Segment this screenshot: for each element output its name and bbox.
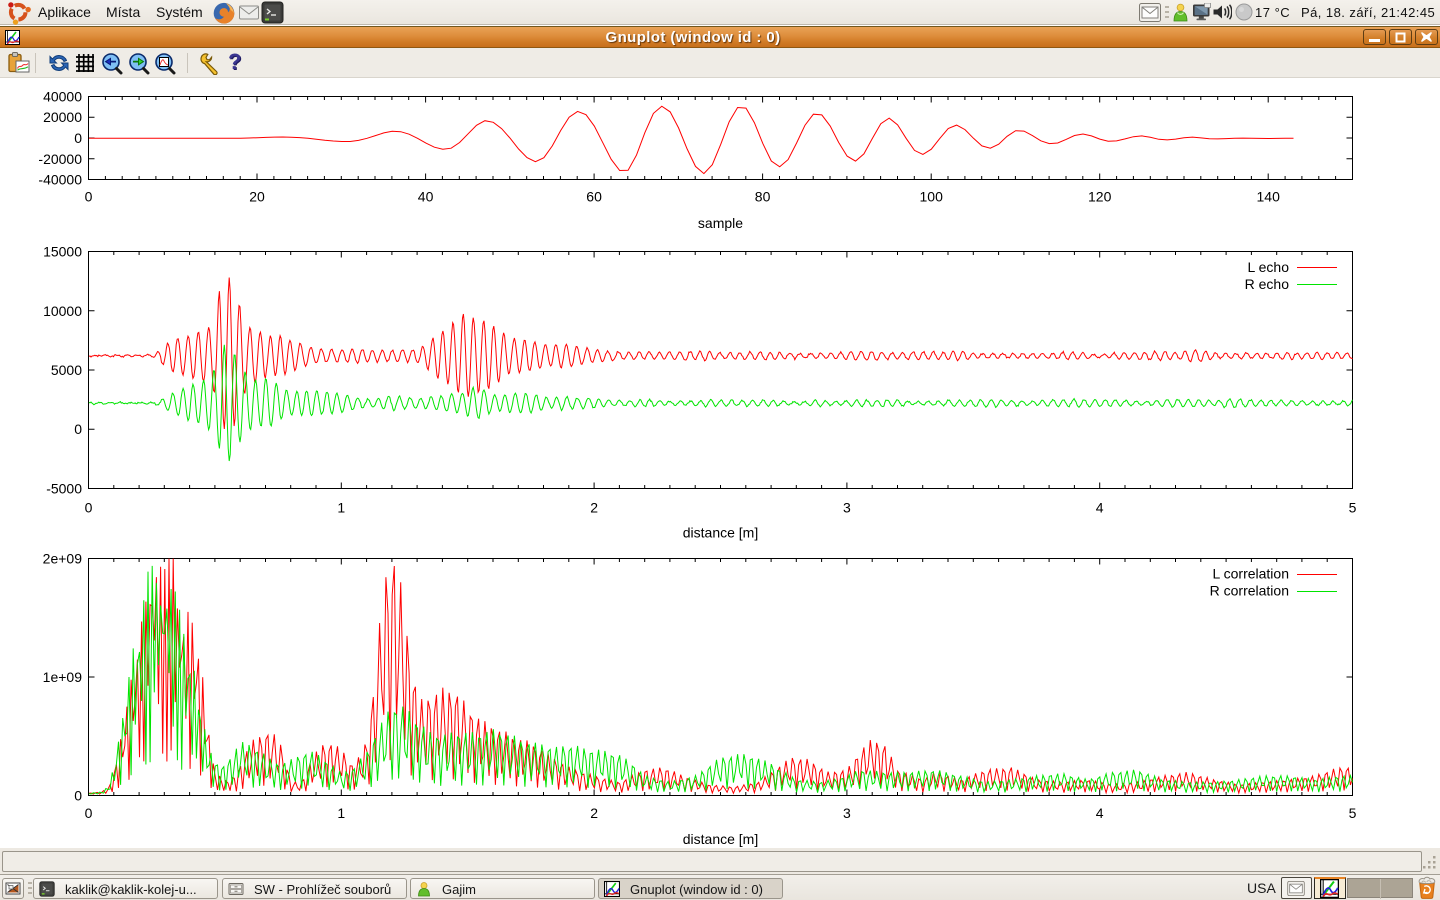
svg-text:-40000: -40000 [38, 172, 82, 188]
svg-text:20: 20 [249, 189, 265, 205]
svg-text:5: 5 [1349, 805, 1357, 821]
svg-text:0: 0 [74, 130, 82, 146]
svg-text:L echo: L echo [1247, 259, 1289, 275]
svg-text:0: 0 [74, 421, 82, 437]
svg-text:5000: 5000 [51, 362, 82, 378]
svg-text:2: 2 [590, 805, 598, 821]
svg-text:15000: 15000 [43, 244, 82, 260]
svg-text:0: 0 [85, 805, 93, 821]
svg-text:sample: sample [698, 215, 743, 231]
svg-text:distance [m]: distance [m] [683, 831, 758, 847]
svg-text:distance [m]: distance [m] [683, 525, 758, 541]
svg-text:0: 0 [85, 189, 93, 205]
svg-text:80: 80 [755, 189, 771, 205]
svg-text:1: 1 [337, 805, 345, 821]
svg-text:-20000: -20000 [38, 151, 82, 167]
svg-text:-5000: -5000 [46, 481, 82, 497]
svg-text:20000: 20000 [43, 109, 82, 125]
svg-text:120: 120 [1088, 189, 1112, 205]
svg-text:140: 140 [1257, 189, 1281, 205]
svg-text:40: 40 [418, 189, 434, 205]
svg-text:R echo: R echo [1245, 276, 1290, 292]
svg-text:1: 1 [337, 500, 345, 516]
svg-text:40000: 40000 [43, 89, 82, 105]
svg-text:60: 60 [586, 189, 602, 205]
svg-text:2e+09: 2e+09 [43, 551, 83, 567]
svg-text:0: 0 [85, 500, 93, 516]
svg-text:5: 5 [1349, 500, 1357, 516]
svg-text:3: 3 [843, 805, 851, 821]
svg-text:0: 0 [74, 788, 82, 804]
svg-text:4: 4 [1096, 805, 1104, 821]
svg-text:100: 100 [920, 189, 944, 205]
svg-text:10000: 10000 [43, 303, 82, 319]
svg-text:3: 3 [843, 500, 851, 516]
svg-text:L correlation: L correlation [1212, 566, 1289, 582]
svg-text:1e+09: 1e+09 [43, 669, 83, 685]
svg-text:R correlation: R correlation [1210, 583, 1289, 599]
svg-text:4: 4 [1096, 500, 1104, 516]
svg-text:2: 2 [590, 500, 598, 516]
